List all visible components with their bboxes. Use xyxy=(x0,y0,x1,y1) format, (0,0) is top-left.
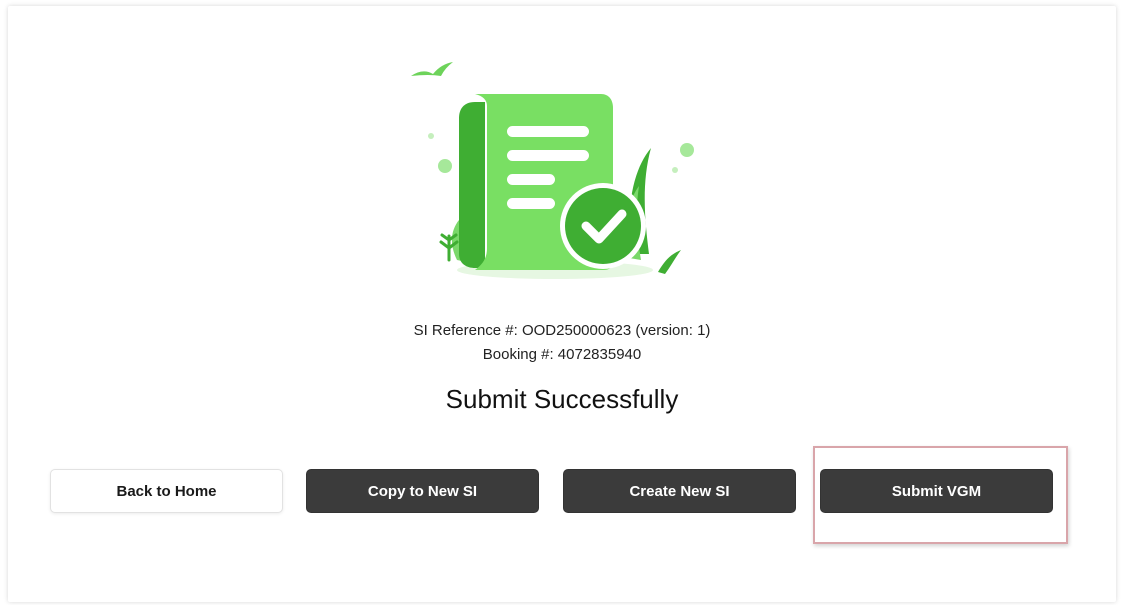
submit-vgm-button[interactable]: Submit VGM xyxy=(820,469,1053,513)
si-reference-text: SI Reference #: OOD250000623 (version: 1… xyxy=(413,322,711,339)
back-to-home-button[interactable]: Back to Home xyxy=(50,469,283,513)
copy-to-new-si-button[interactable]: Copy to New SI xyxy=(306,469,539,513)
booking-number-text: Booking #: 4072835940 xyxy=(482,346,642,363)
page-title: Submit Successfully xyxy=(445,384,679,414)
document-check-icon xyxy=(411,62,694,279)
success-card: SI Reference #: OOD250000623 (version: 1… xyxy=(8,6,1116,602)
create-new-si-button[interactable]: Create New SI xyxy=(563,469,796,513)
